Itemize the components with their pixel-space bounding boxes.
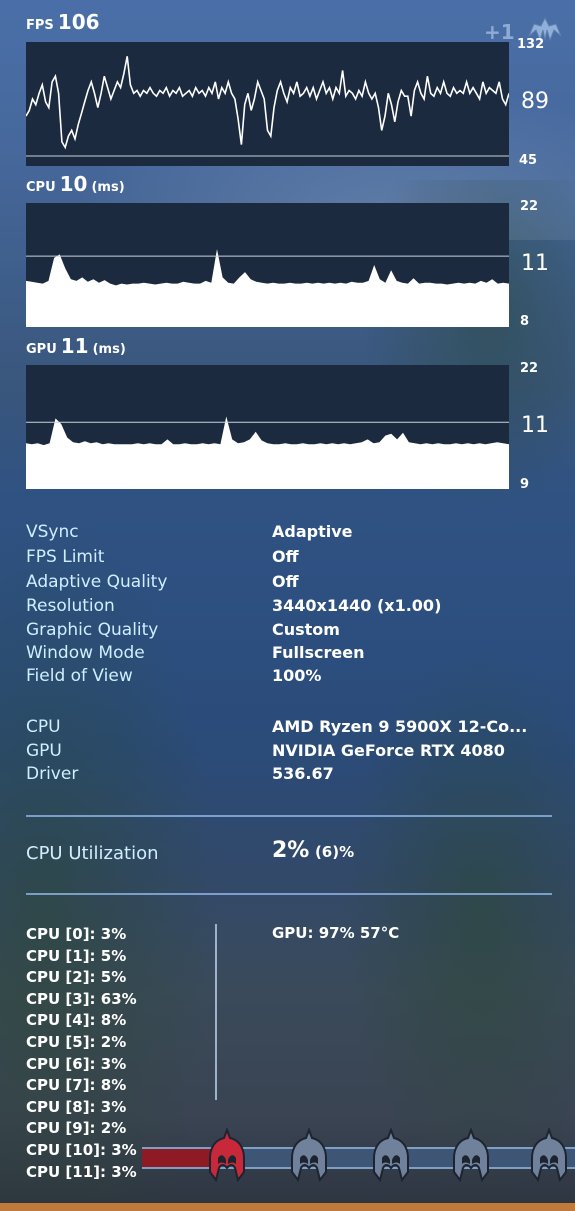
- cpu-core-item: CPU [4]: 8%: [26, 1011, 127, 1030]
- cpu-utilization-value: 2% (6)%: [272, 838, 354, 863]
- column-separator: [215, 924, 217, 1100]
- hardware-value: 536.67: [272, 764, 334, 783]
- cpu-utilization-primary: 2%: [272, 838, 310, 863]
- setting-key: Resolution: [26, 596, 115, 616]
- divider-top: [26, 815, 552, 817]
- setting-value: Fullscreen: [272, 643, 365, 662]
- setting-value: 100%: [272, 666, 322, 685]
- helmet-icon: [531, 1128, 567, 1182]
- cpu-core-item: CPU [8]: 3%: [26, 1097, 127, 1116]
- setting-key: VSync: [26, 522, 79, 542]
- fps-title: FPS 106: [26, 10, 100, 34]
- setting-key: Window Mode: [26, 643, 145, 663]
- cpu-core-item: CPU [7]: 8%: [26, 1076, 127, 1095]
- cpu-core-item: CPU [11]: 3%: [26, 1162, 137, 1181]
- gpu-time-chart: [26, 365, 509, 489]
- cpu-time-unit: (ms): [91, 180, 125, 195]
- fps-label: FPS: [26, 18, 54, 33]
- cpu-core-list: CPU [0]: 3% CPU [1]: 5% CPU [2]: 5% CPU [3]…: [26, 924, 137, 1183]
- cpu-axis-min: 8: [520, 314, 530, 329]
- hud-progress-bar: [142, 1147, 575, 1169]
- helmet-icon: [291, 1128, 327, 1182]
- setting-key: Field of View: [26, 666, 133, 686]
- cpu-core-item: CPU [5]: 2%: [26, 1032, 127, 1051]
- cpu-core-item: CPU [9]: 2%: [26, 1119, 127, 1138]
- fps-chart: [26, 42, 509, 166]
- cpu-utilization-key: CPU Utilization: [26, 843, 159, 864]
- hardware-value: NVIDIA GeForce RTX 4080: [272, 741, 505, 760]
- cpu-time-value: 10: [59, 172, 88, 196]
- fps-axis-max: 132: [517, 37, 545, 52]
- series-line: [26, 56, 509, 150]
- helmet-icon: [453, 1128, 489, 1182]
- setting-key: FPS Limit: [26, 547, 105, 567]
- setting-key: Graphic Quality: [26, 620, 159, 640]
- hardware-key: Driver: [26, 764, 79, 784]
- setting-key: Adaptive Quality: [26, 572, 168, 592]
- cpu-core-item: CPU [1]: 5%: [26, 946, 127, 965]
- fps-axis-min: 45: [519, 153, 538, 168]
- gpu-time-unit: (ms): [92, 342, 126, 357]
- cpu-core-item: CPU [6]: 3%: [26, 1054, 127, 1073]
- background-ground-strip: [0, 1203, 575, 1211]
- setting-value: Off: [272, 572, 299, 591]
- cpu-core-item: CPU [3]: 63%: [26, 989, 137, 1008]
- cpu-time-title: CPU 10 (ms): [26, 172, 125, 196]
- gpu-time-title: GPU 11 (ms): [26, 334, 126, 358]
- fps-value: 106: [57, 10, 100, 34]
- setting-value: Adaptive: [272, 522, 353, 541]
- series-area: [26, 249, 509, 327]
- cpu-axis-mid: 11: [521, 251, 549, 276]
- bonus-badge: +1: [484, 20, 515, 44]
- chart-plot: [26, 249, 509, 327]
- cpu-utilization-secondary: (6)%: [314, 843, 355, 861]
- cpu-time-label: CPU: [26, 180, 56, 195]
- cpu-core-item: CPU [10]: 3%: [26, 1140, 137, 1159]
- gpu-axis-min: 9: [520, 477, 530, 492]
- gpu-time-value: 11: [60, 334, 89, 358]
- cpu-utilization-label: CPU Utilization: [26, 843, 159, 864]
- gpu-axis-mid: 11: [521, 413, 549, 438]
- cpu-time-chart: [26, 203, 509, 327]
- gpu-status: GPU: 97% 57°C: [272, 924, 400, 942]
- gpu-axis-max: 22: [520, 361, 539, 376]
- setting-value: Off: [272, 547, 299, 566]
- series-area: [26, 416, 509, 489]
- setting-value: 3440x1440 (x1.00): [272, 596, 442, 615]
- chart-plot: [26, 416, 509, 489]
- cpu-core-item: CPU [0]: 3%: [26, 925, 127, 943]
- divider-bottom: [26, 893, 552, 895]
- hardware-key: GPU: [26, 741, 62, 761]
- helmet-icon: [209, 1128, 245, 1182]
- helmet-icon: [373, 1128, 409, 1182]
- hardware-key: CPU: [26, 717, 61, 737]
- cpu-core-item: CPU [2]: 5%: [26, 968, 127, 987]
- cpu-axis-max: 22: [520, 199, 539, 214]
- gpu-time-label: GPU: [26, 342, 57, 357]
- fps-axis-mid: 89: [521, 89, 549, 114]
- chart-plot: [26, 56, 509, 157]
- setting-value: Custom: [272, 620, 340, 639]
- hardware-value: AMD Ryzen 9 5900X 12-Co...: [272, 717, 528, 736]
